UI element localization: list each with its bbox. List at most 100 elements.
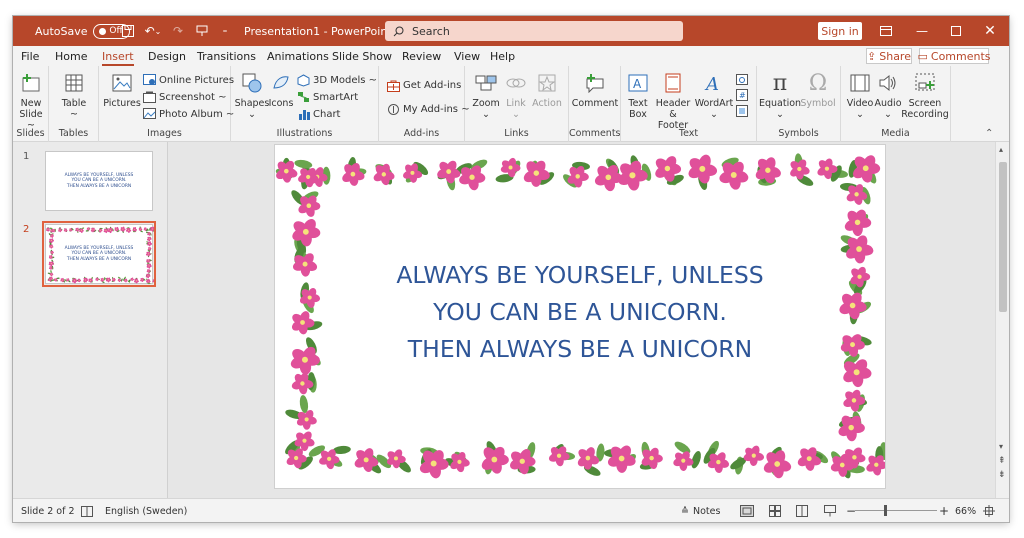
slide-number-1: 1 xyxy=(23,151,30,162)
equation-button[interactable]: π Equation ⌄ xyxy=(759,70,801,120)
customize-qat-icon[interactable]: ₌ xyxy=(210,16,240,46)
photo-album-button[interactable]: Photo Album ~ xyxy=(143,107,234,121)
zoom-slider-thumb[interactable] xyxy=(884,505,887,516)
sign-in-button[interactable]: Sign in xyxy=(818,22,862,40)
group-label-tables: Tables xyxy=(58,128,89,139)
speaker-icon xyxy=(877,72,899,94)
zoom-level[interactable]: 66% xyxy=(955,499,976,522)
slide-sorter-icon[interactable] xyxy=(769,499,781,522)
get-addins-button[interactable]: Get Add-ins xyxy=(387,78,461,92)
smartart-button[interactable]: SmartArt xyxy=(297,90,358,104)
normal-view-icon[interactable] xyxy=(740,499,754,522)
scrollbar-thumb[interactable] xyxy=(999,162,1007,312)
slide-text-box[interactable]: ALWAYS BE YOURSELF, UNLESS YOU CAN BE A … xyxy=(335,257,825,368)
group-symbols: π Equation ⌄ Ω Symbol Symbols xyxy=(757,66,841,142)
slide-thumbnail-1[interactable]: ALWAYS BE YOURSELF, UNLESS YOU CAN BE A U… xyxy=(45,151,153,211)
tab-home[interactable]: Home xyxy=(55,46,87,66)
action-button: Action xyxy=(531,72,563,109)
language-indicator[interactable]: English (Sweden) xyxy=(105,499,187,522)
new-slide-button[interactable]: New Slide ~ xyxy=(18,72,44,131)
zoom-button[interactable]: Zoom ⌄ xyxy=(472,72,500,120)
slide-number-icon: # xyxy=(735,89,748,102)
chart-button[interactable]: Chart xyxy=(297,107,340,121)
zoom-icon xyxy=(475,72,497,94)
zoom-slider-track[interactable] xyxy=(855,510,937,511)
tab-insert[interactable]: Insert xyxy=(102,46,134,66)
icons-button[interactable]: Icons xyxy=(269,72,293,109)
group-images: Pictures Online Pictures Screenshot ~ Ph… xyxy=(99,66,234,142)
tab-slide-show[interactable]: Slide Show xyxy=(332,46,392,66)
tab-transitions[interactable]: Transitions xyxy=(197,46,256,66)
collapse-ribbon-icon[interactable]: ⌃ xyxy=(985,128,993,139)
slide-number-button[interactable]: # xyxy=(735,88,748,102)
object-button[interactable] xyxy=(735,104,748,118)
spelling-icon[interactable] xyxy=(81,499,93,522)
slide-canvas[interactable]: ALWAYS BE YOURSELF, UNLESS YOU CAN BE A … xyxy=(275,145,885,488)
group-label-slides: Slides xyxy=(16,128,45,139)
group-comments: Comment Comments xyxy=(569,66,621,142)
photo-album-icon xyxy=(143,108,156,121)
tab-review[interactable]: Review xyxy=(402,46,441,66)
icons-icon xyxy=(270,72,292,94)
previous-slide-icon[interactable]: ⇞ xyxy=(998,456,1006,466)
omega-icon: Ω xyxy=(808,70,828,96)
3d-models-button[interactable]: 3D Models ~ xyxy=(297,73,377,87)
ribbon: New Slide ~ Slides Table ~ Tables Pictur… xyxy=(13,66,1009,142)
tab-view[interactable]: View xyxy=(454,46,480,66)
zoom-in-icon[interactable]: + xyxy=(939,499,949,522)
date-time-button[interactable] xyxy=(735,72,748,86)
shapes-button[interactable]: Shapes ⌄ xyxy=(235,72,269,120)
close-icon[interactable]: ✕ xyxy=(975,16,1005,46)
group-illustrations: Shapes ⌄ Icons 3D Models ~ SmartArt Char… xyxy=(231,66,379,142)
scroll-up-icon[interactable]: ▴ xyxy=(999,145,1003,154)
pictures-button[interactable]: Pictures xyxy=(103,72,141,109)
online-pictures-button[interactable]: Online Pictures xyxy=(143,73,234,87)
slide-thumbnail-2[interactable]: ALWAYS BE YOURSELF, UNLESS YOU CAN BE A U… xyxy=(42,221,156,287)
search-box[interactable]: Search xyxy=(385,21,683,41)
video-icon xyxy=(849,72,871,94)
tab-design[interactable]: Design xyxy=(148,46,186,66)
scroll-down-icon[interactable]: ▾ xyxy=(999,442,1003,451)
my-addins-button[interactable]: My Add-ins ~ xyxy=(387,102,470,116)
maximize-icon[interactable] xyxy=(941,16,971,46)
online-pictures-icon xyxy=(143,74,156,87)
audio-button[interactable]: Audio ⌄ xyxy=(875,72,902,120)
title-bar: AutoSave Off ↶ ⌄ ↷ ₌ Presentation1 - Powe… xyxy=(13,16,1009,46)
tab-file[interactable]: File xyxy=(21,46,39,66)
slide-text-line-3: THEN ALWAYS BE A UNICORN xyxy=(407,335,753,363)
ribbon-tabs: File Home Insert Design Transitions Anim… xyxy=(13,46,1009,66)
fit-to-window-icon[interactable] xyxy=(983,499,995,522)
tab-help[interactable]: Help xyxy=(490,46,515,66)
text-box-icon: A xyxy=(627,72,649,94)
search-placeholder: Search xyxy=(412,24,450,38)
table-button[interactable]: Table ~ xyxy=(61,72,87,120)
screenshot-button[interactable]: Screenshot ~ xyxy=(143,90,227,104)
chart-icon xyxy=(297,108,310,121)
header-footer-button[interactable]: Header & Footer xyxy=(653,72,693,131)
group-label-addins: Add-ins xyxy=(403,128,440,139)
status-bar: Slide 2 of 2 English (Sweden) ≙ Notes − +… xyxy=(13,498,1009,522)
pi-icon: π xyxy=(772,70,788,96)
powerpoint-window: AutoSave Off ↶ ⌄ ↷ ₌ Presentation1 - Powe… xyxy=(13,16,1009,522)
vertical-scrollbar[interactable]: ▴ ▾ ⇞ ⇟ xyxy=(995,142,1009,498)
comments-button[interactable]: ▭ Comments xyxy=(917,48,991,64)
link-button: Link ⌄ xyxy=(505,72,527,120)
screen-recording-button[interactable]: Screen Recording xyxy=(901,72,949,120)
next-slide-icon[interactable]: ⇟ xyxy=(998,470,1006,480)
video-button[interactable]: Video ⌄ xyxy=(847,72,873,120)
tab-animations[interactable]: Animations xyxy=(267,46,329,66)
share-button[interactable]: ⇪ Share xyxy=(866,48,912,64)
notes-button[interactable]: ≙ Notes xyxy=(681,499,720,522)
notes-icon: ≙ xyxy=(681,505,689,517)
text-box-button[interactable]: A Text Box xyxy=(627,72,649,120)
reading-view-icon[interactable] xyxy=(796,499,808,522)
editor-area: 1 ALWAYS BE YOURSELF, UNLESS YOU CAN BE A… xyxy=(13,142,1009,498)
slideshow-icon[interactable] xyxy=(824,499,836,522)
group-addins: Get Add-ins My Add-ins ~ Add-ins xyxy=(379,66,470,142)
minimize-icon[interactable]: — xyxy=(907,16,937,46)
ribbon-display-icon[interactable] xyxy=(871,16,901,46)
new-comment-icon xyxy=(584,72,606,94)
screenshot-icon xyxy=(143,91,156,104)
wordart-button[interactable]: A WordArt ⌄ xyxy=(695,72,734,120)
comment-button[interactable]: Comment xyxy=(572,72,618,109)
